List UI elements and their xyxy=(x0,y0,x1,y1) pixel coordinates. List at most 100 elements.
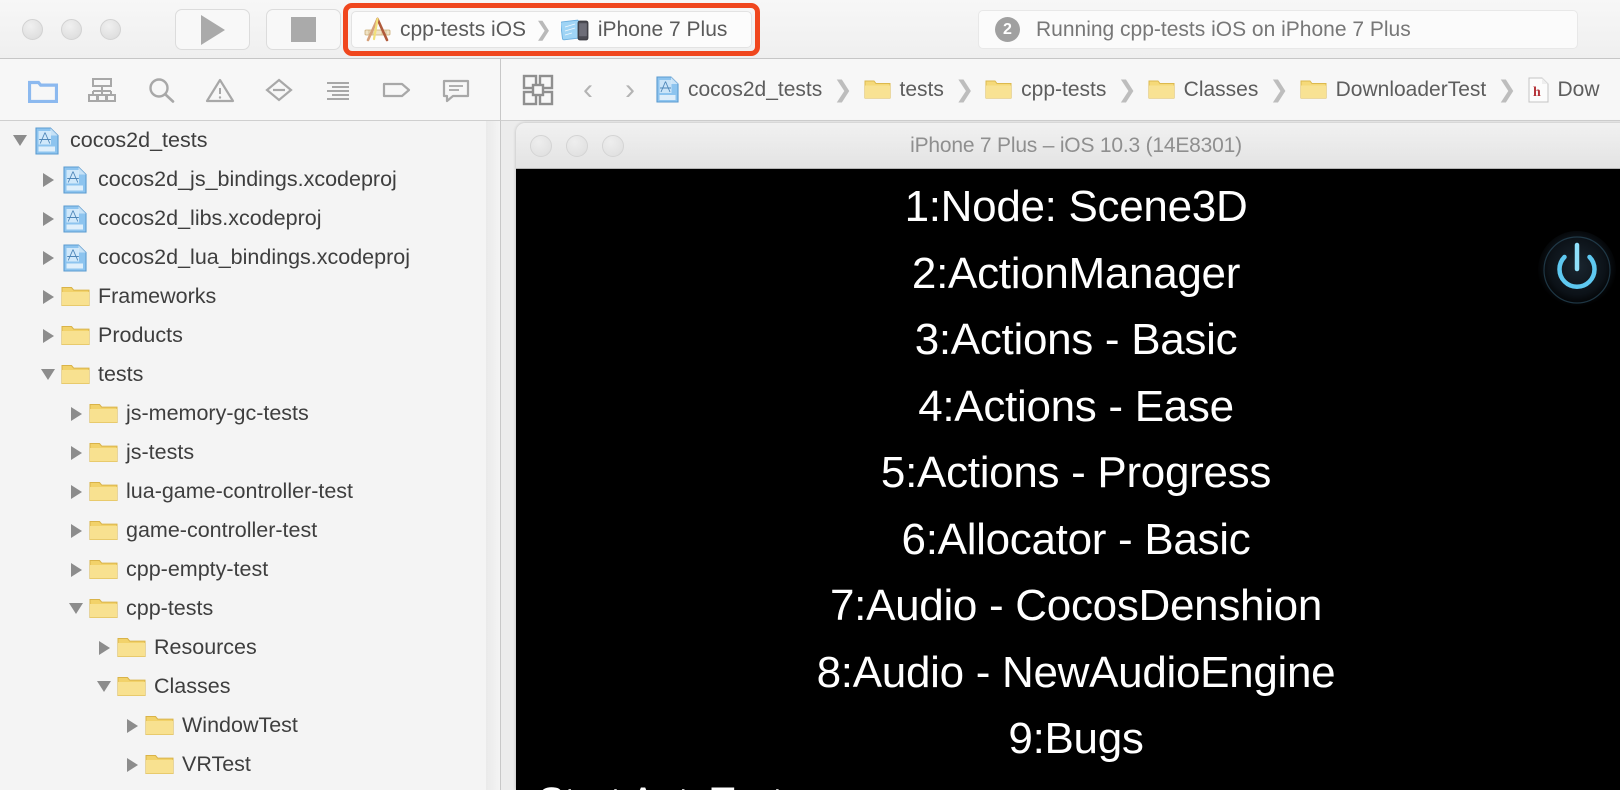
disclosure-triangle-closed-icon[interactable] xyxy=(64,433,88,472)
disclosure-triangle-closed-icon[interactable] xyxy=(36,277,60,316)
project-navigator[interactable]: cocos2d_testscocos2d_js_bindings.xcodepr… xyxy=(0,121,500,790)
tree-row[interactable]: cocos2d_tests xyxy=(0,121,500,160)
navigator-selector-bar xyxy=(0,59,500,121)
breadcrumb-item-downloadertest[interactable]: DownloaderTest xyxy=(1297,78,1490,102)
xcode-project-icon xyxy=(60,238,90,277)
test-menu-item[interactable]: 6:Allocator - Basic xyxy=(516,507,1620,574)
disclosure-triangle-closed-icon[interactable] xyxy=(92,628,116,667)
tree-row-label: cpp-empty-test xyxy=(126,557,268,582)
sidebar-item-symbol-navigator[interactable] xyxy=(140,70,182,110)
tree-row-label: WindowTest xyxy=(182,713,298,738)
tree-row[interactable]: Classes xyxy=(0,667,500,706)
disclosure-triangle-closed-icon[interactable] xyxy=(64,511,88,550)
tree-row-label: tests xyxy=(98,362,143,387)
disclosure-triangle-closed-icon[interactable] xyxy=(64,394,88,433)
test-menu-item[interactable]: 4:Actions - Ease xyxy=(516,374,1620,441)
tree-row[interactable]: cpp-empty-test xyxy=(0,550,500,589)
stop-button[interactable] xyxy=(266,9,341,50)
forward-button[interactable]: › xyxy=(611,75,649,105)
test-menu-item[interactable]: 7:Audio - CocosDenshion xyxy=(516,573,1620,640)
breadcrumb-label: cpp-tests xyxy=(1021,78,1106,102)
sidebar-item-debug-navigator[interactable] xyxy=(317,70,359,110)
breadcrumb-separator: ❯ xyxy=(951,76,978,103)
simulator-screen[interactable]: 1:Node: Scene3D2:ActionManager3:Actions … xyxy=(516,169,1620,790)
tree-row[interactable]: cocos2d_lua_bindings.xcodeproj xyxy=(0,238,500,277)
disclosure-triangle-closed-icon[interactable] xyxy=(120,745,144,784)
close-button[interactable] xyxy=(22,19,43,40)
xcode-project-icon xyxy=(60,160,90,199)
tree-row[interactable]: game-controller-test xyxy=(0,511,500,550)
disclosure-triangle-closed-icon[interactable] xyxy=(36,160,60,199)
breadcrumb-item-tests[interactable]: tests xyxy=(861,78,947,102)
window-controls xyxy=(22,19,121,40)
power-icon[interactable] xyxy=(1536,229,1618,311)
tree-row[interactable]: Frameworks xyxy=(0,277,500,316)
tree-row-label: cocos2d_lua_bindings.xcodeproj xyxy=(98,245,410,270)
breadcrumb-label: tests xyxy=(900,78,944,102)
breadcrumb-item-cpp-tests[interactable]: cpp-tests xyxy=(982,78,1109,102)
test-menu-item[interactable]: 8:Audio - NewAudioEngine xyxy=(516,640,1620,707)
stop-icon xyxy=(291,17,316,42)
run-button[interactable] xyxy=(175,9,250,50)
folder-icon xyxy=(28,77,58,103)
folder-icon xyxy=(1148,79,1175,100)
simulator-minimize-button[interactable] xyxy=(566,135,588,157)
simulator-window[interactable]: iPhone 7 Plus – iOS 10.3 (14E8301) 1:Nod… xyxy=(516,123,1620,790)
zoom-button[interactable] xyxy=(100,19,121,40)
disclosure-triangle-open-icon[interactable] xyxy=(36,355,60,394)
folder-icon xyxy=(864,79,891,100)
minimize-button[interactable] xyxy=(61,19,82,40)
grid-squares-icon[interactable] xyxy=(521,73,555,107)
sidebar-item-report-navigator[interactable] xyxy=(435,70,477,110)
sidebar-item-test-navigator[interactable] xyxy=(258,70,300,110)
tree-row[interactable]: cocos2d_js_bindings.xcodeproj xyxy=(0,160,500,199)
back-button[interactable]: ‹ xyxy=(569,75,607,105)
play-icon xyxy=(201,15,225,45)
test-menu-item[interactable]: 2:ActionManager xyxy=(516,241,1620,308)
disclosure-triangle-open-icon[interactable] xyxy=(8,121,32,160)
simulator-close-button[interactable] xyxy=(530,135,552,157)
start-autotest-label[interactable]: Start AutoTest xyxy=(538,780,783,790)
disclosure-triangle-closed-icon[interactable] xyxy=(36,316,60,355)
tree-row[interactable]: WindowTest xyxy=(0,706,500,745)
simulator-zoom-button[interactable] xyxy=(602,135,624,157)
tree-row[interactable]: cpp-tests xyxy=(0,589,500,628)
disclosure-triangle-closed-icon[interactable] xyxy=(64,472,88,511)
tree-row-label: lua-game-controller-test xyxy=(126,479,353,504)
folder-icon xyxy=(88,472,118,511)
activity-view[interactable]: 2 Running cpp-tests iOS on iPhone 7 Plus xyxy=(978,10,1578,49)
test-menu-item[interactable]: 3:Actions - Basic xyxy=(516,307,1620,374)
folder-icon xyxy=(985,79,1012,100)
disclosure-triangle-open-icon[interactable] xyxy=(92,667,116,706)
tree-row[interactable]: cocos2d_libs.xcodeproj xyxy=(0,199,500,238)
svg-text:h: h xyxy=(1533,85,1541,100)
xcode-project-icon xyxy=(60,199,90,238)
disclosure-triangle-open-icon[interactable] xyxy=(64,589,88,628)
tree-row[interactable]: VRTest xyxy=(0,745,500,784)
tree-row[interactable]: Products xyxy=(0,316,500,355)
disclosure-triangle-closed-icon[interactable] xyxy=(64,550,88,589)
tree-row-label: Classes xyxy=(154,674,230,699)
sidebar-item-breakpoint-navigator[interactable] xyxy=(376,70,418,110)
breadcrumb-item-classes[interactable]: Classes xyxy=(1145,78,1262,102)
breadcrumb-item-project[interactable]: cocos2d_tests xyxy=(653,76,825,103)
issue-count-badge[interactable]: 2 xyxy=(995,17,1020,42)
sidebar-item-issue-navigator[interactable] xyxy=(199,70,241,110)
tree-row[interactable]: js-memory-gc-tests xyxy=(0,394,500,433)
disclosure-triangle-closed-icon[interactable] xyxy=(120,706,144,745)
simulator-window-controls xyxy=(530,135,624,157)
tree-row[interactable]: js-tests xyxy=(0,433,500,472)
tree-row[interactable]: tests xyxy=(0,355,500,394)
test-menu-item[interactable]: 9:Bugs xyxy=(516,706,1620,773)
tree-row[interactable]: Resources xyxy=(0,628,500,667)
sidebar-item-source-control-navigator[interactable] xyxy=(81,70,123,110)
tree-row[interactable]: lua-game-controller-test xyxy=(0,472,500,511)
breadcrumb-label: cocos2d_tests xyxy=(688,78,822,102)
test-menu-item[interactable]: 1:Node: Scene3D xyxy=(516,174,1620,241)
disclosure-triangle-closed-icon[interactable] xyxy=(36,199,60,238)
sidebar-item-project-navigator[interactable] xyxy=(22,70,64,110)
breadcrumb-item-header-file[interactable]: h Dow xyxy=(1525,77,1603,103)
test-menu-item[interactable]: 5:Actions - Progress xyxy=(516,440,1620,507)
folder-icon xyxy=(60,277,90,316)
disclosure-triangle-closed-icon[interactable] xyxy=(36,238,60,277)
